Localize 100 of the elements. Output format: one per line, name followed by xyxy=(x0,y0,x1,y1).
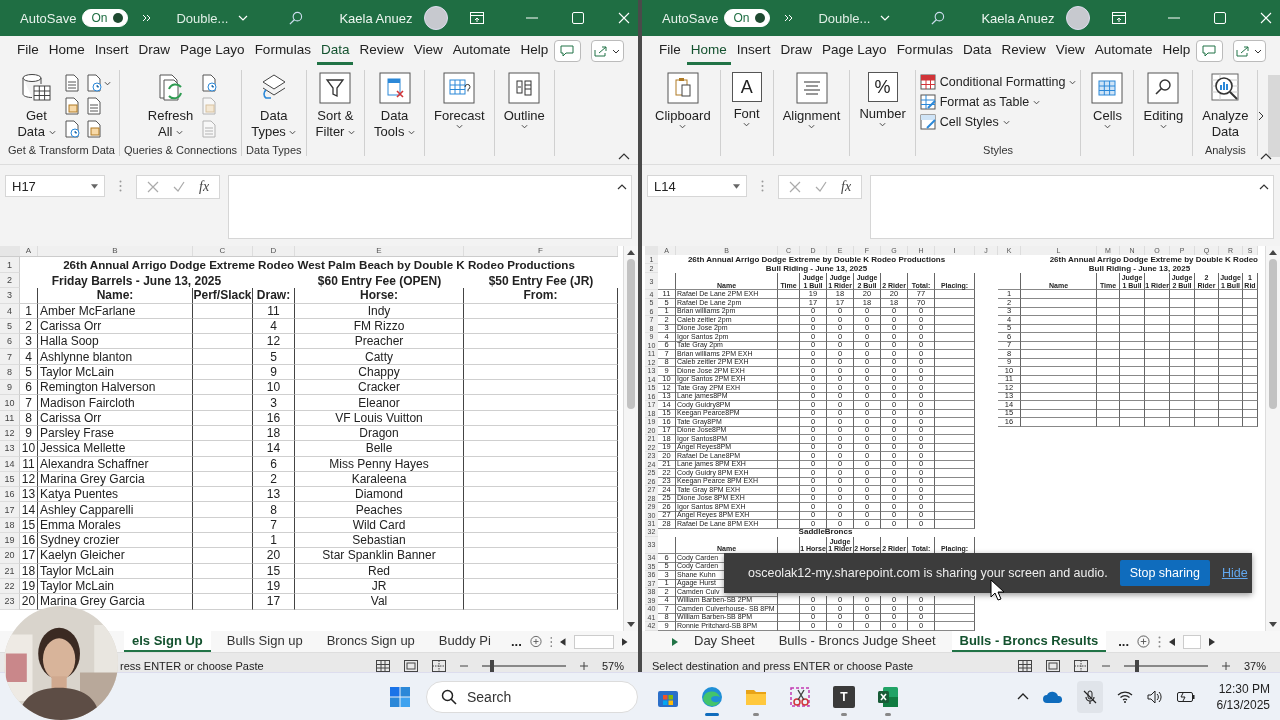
column-header[interactable]: E xyxy=(295,246,464,256)
search-box[interactable]: Search xyxy=(426,680,638,713)
sheet-tab[interactable]: Bulls - Broncs Results xyxy=(951,631,1107,652)
ribbon-button[interactable]: Forecast xyxy=(429,70,490,131)
table-cell: Katya Puentes xyxy=(38,487,193,503)
ribbon-tab[interactable]: Formulas xyxy=(250,37,315,65)
ribbon-tab[interactable]: Draw xyxy=(134,37,175,65)
taskbar-button[interactable]: T xyxy=(826,676,862,717)
row-header[interactable]: 6 xyxy=(0,334,20,350)
sheet-tab[interactable]: els Sign Up xyxy=(124,631,211,652)
table-cell: 12 xyxy=(253,334,295,350)
column-header[interactable]: A xyxy=(20,246,38,256)
ribbon-tab[interactable]: Draw xyxy=(776,37,817,65)
ribbon-button[interactable]: Conditional Formatting xyxy=(919,74,1077,90)
ribbon-tab[interactable]: View xyxy=(409,37,447,65)
column-header[interactable]: B xyxy=(38,246,193,256)
ribbon-button[interactable]: Alignment xyxy=(777,70,846,131)
ribbon-button[interactable]: A Font xyxy=(724,70,769,129)
row-header[interactable]: 16 xyxy=(0,487,20,503)
sheet-tab[interactable]: Bulls Sign up xyxy=(218,631,311,652)
sheet-tab[interactable]: Day Sheet xyxy=(686,631,763,652)
row-header[interactable]: 17 xyxy=(0,502,20,518)
document-title[interactable]: Double... xyxy=(176,10,249,26)
taskbar-clock[interactable]: 12:30 PM 6/13/2025 xyxy=(1216,680,1270,713)
ribbon-tab[interactable]: Data xyxy=(958,37,996,65)
ribbon-button[interactable]: Data Types xyxy=(246,70,302,142)
column-heading: Name: xyxy=(38,288,193,304)
table-cell: VF Louis Vuitton xyxy=(295,410,464,426)
row-header[interactable]: 1 xyxy=(0,257,20,273)
sheet-title: Bull Riding - June 13, 2025 xyxy=(1087,264,1191,273)
table-cell: 10 xyxy=(253,380,295,396)
ribbon-button[interactable]: Refresh All xyxy=(142,70,199,142)
document-title[interactable]: Double... xyxy=(818,10,891,26)
more-sheets-button[interactable]: ... xyxy=(510,634,522,649)
more-sheets-button[interactable]: ... xyxy=(1118,634,1130,649)
ribbon-tab[interactable]: View xyxy=(1051,37,1089,65)
stop-sharing-button[interactable]: Stop sharing xyxy=(1119,560,1210,586)
table-cell: Chappy xyxy=(295,364,464,381)
ribbon-button[interactable]: Data Tools xyxy=(369,70,421,142)
ribbon-button[interactable]: Cell Styles xyxy=(919,114,1077,130)
row-header[interactable]: 2 xyxy=(0,273,20,289)
ribbon-tab[interactable]: File xyxy=(655,37,685,65)
row-header[interactable]: 10 xyxy=(0,395,20,411)
hide-link[interactable]: Hide xyxy=(1221,566,1248,580)
table-cell: Carissa Orr xyxy=(38,410,193,426)
ribbon-button[interactable]: Cells xyxy=(1085,70,1130,131)
row-header[interactable]: 7 xyxy=(0,349,20,365)
ribbon-tab[interactable]: Review xyxy=(997,37,1050,65)
sheet-tab[interactable]: Broncs Sign up xyxy=(318,631,423,652)
ribbon-tab[interactable]: Page Layo xyxy=(176,37,249,65)
table-cell: 20 xyxy=(20,594,38,610)
ribbon-tab[interactable]: Help xyxy=(516,37,553,65)
ribbon-button[interactable]: Outline xyxy=(498,70,550,131)
insert-function-button[interactable]: fx xyxy=(199,179,210,195)
ribbon-button[interactable]: Clipboard xyxy=(650,70,716,131)
table-cell: 14 xyxy=(20,502,38,518)
ribbon-tab[interactable]: Insert xyxy=(732,37,775,65)
table-cell: 16 xyxy=(253,410,295,426)
column-header[interactable]: F xyxy=(464,246,618,256)
table-cell: 4 xyxy=(253,318,295,335)
row-header[interactable]: 13 xyxy=(0,441,20,457)
table-cell: 16 xyxy=(20,533,38,549)
name-box[interactable]: L14 xyxy=(647,175,747,197)
zoom-level[interactable]: 37% xyxy=(1243,660,1266,672)
sheet-title: 26th Annual Arrigo Dodge Extreme by Double K Rodeo xyxy=(1048,255,1258,264)
sheet-tab[interactable]: Buddy Pi xyxy=(430,631,499,652)
row-header[interactable]: 20 xyxy=(0,548,20,564)
column-header[interactable]: C xyxy=(193,246,253,256)
ribbon-button[interactable]: Editing xyxy=(1138,70,1189,131)
ribbon-button[interactable]: Format as Table xyxy=(919,94,1077,110)
table-cell: Peaches xyxy=(295,502,464,518)
row-header[interactable]: 3 xyxy=(0,288,20,304)
ribbon-button[interactable]: Analyze Data xyxy=(1197,70,1254,142)
ribbon-tab[interactable]: Home xyxy=(44,37,89,65)
ribbon-tab[interactable]: Automate xyxy=(1090,37,1157,65)
ribbon-button[interactable]: Sort & Filter xyxy=(310,70,361,142)
ribbon-button[interactable]: Get Data xyxy=(12,70,61,142)
ribbon-tab[interactable]: Automate xyxy=(448,37,515,65)
ribbon-tab[interactable]: Help xyxy=(1158,37,1195,65)
column-header[interactable]: D xyxy=(253,246,295,256)
table-cell: Belle xyxy=(295,441,464,457)
table-cell: Val xyxy=(295,594,464,610)
ribbon-tab[interactable]: Formulas xyxy=(892,37,957,65)
autosave-toggle[interactable]: On xyxy=(724,9,771,27)
sheet-tab[interactable]: Bulls - Broncs Judge Sheet xyxy=(770,631,944,652)
ribbon-tab[interactable]: Review xyxy=(355,37,408,65)
row-header[interactable]: 19 xyxy=(0,533,20,549)
ribbon-tab[interactable]: Insert xyxy=(90,37,133,65)
ribbon-tab[interactable]: Page Layo xyxy=(818,37,891,65)
row-header[interactable]: 23 xyxy=(0,594,20,610)
ribbon-tab[interactable]: File xyxy=(13,37,43,65)
row-header[interactable]: 9 xyxy=(0,380,20,396)
name-box[interactable]: H17 xyxy=(5,175,105,197)
insert-function-button[interactable]: fx xyxy=(841,179,852,195)
table-cell: Taylor McLain xyxy=(38,578,193,595)
autosave-toggle[interactable]: On xyxy=(82,9,129,27)
ribbon-button[interactable]: % Number xyxy=(854,70,911,129)
zoom-level[interactable]: 57% xyxy=(601,660,624,672)
table-cell: 11 xyxy=(253,303,295,319)
table-cell: 7 xyxy=(20,395,38,411)
